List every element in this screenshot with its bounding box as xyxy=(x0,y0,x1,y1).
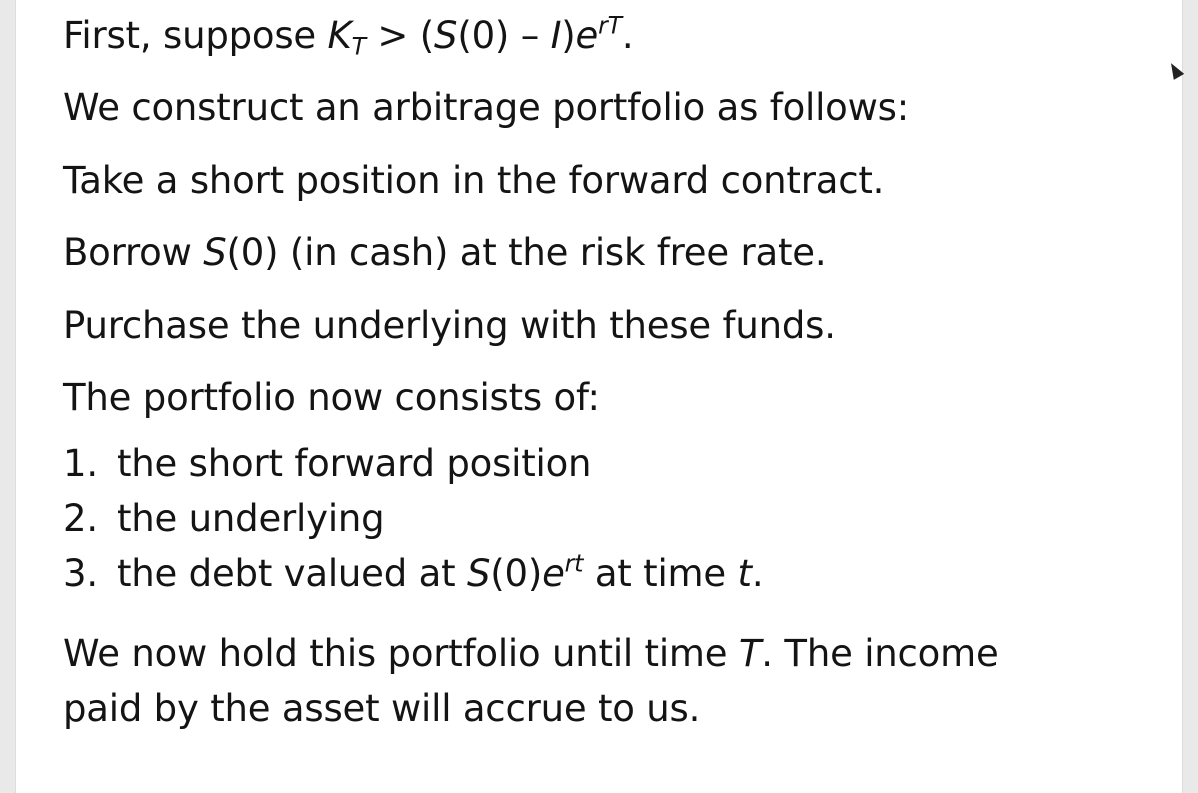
step-purchase: Purchase the underlying with these funds… xyxy=(63,303,836,347)
list-number: 3. xyxy=(63,552,98,596)
step-text: Borrow xyxy=(63,231,204,275)
list-text: the debt valued at xyxy=(117,552,467,596)
portfolio-heading: The portfolio now consists of: xyxy=(63,375,600,419)
math-i: I xyxy=(550,14,562,57)
math-text: > ( xyxy=(365,14,435,57)
condition-text: First, suppose xyxy=(63,14,328,57)
math-t: T xyxy=(738,632,762,676)
math-t: t xyxy=(737,552,753,596)
list-item: 1. the short forward position xyxy=(63,442,1163,497)
math-s: S xyxy=(434,14,458,57)
condition-line: First, suppose KT > (S(0) – I)erT. xyxy=(63,11,1163,61)
step-borrow: Borrow S(0) (in cash) at the risk free r… xyxy=(63,231,1163,275)
math-k-subscript: T xyxy=(351,32,366,61)
math-s: S xyxy=(466,552,491,596)
list-text: the underlying xyxy=(117,497,385,541)
list-text: . xyxy=(751,552,764,596)
math-exponent: rt xyxy=(564,549,584,578)
intro-line: We construct an arbitrage portfolio as f… xyxy=(63,86,910,130)
step-text: (0) (in cash) at the risk free rate. xyxy=(226,231,827,275)
math-e: e xyxy=(575,14,599,57)
slide-content: First, suppose KT > (S(0) – I)erT. We co… xyxy=(63,11,1163,737)
list-number: 2. xyxy=(63,497,98,541)
list-text: the short forward position xyxy=(117,442,592,486)
list-text: at time xyxy=(583,552,738,596)
list-number: 1. xyxy=(63,442,98,486)
math-text: . xyxy=(621,14,634,57)
portfolio-list: 1. the short forward position 2. the under… xyxy=(63,442,1163,607)
step-short-forward: Take a short position in the forward con… xyxy=(63,158,885,202)
math-k: K xyxy=(327,14,352,57)
math-s: S xyxy=(203,231,227,275)
math-exponent: rT xyxy=(598,11,622,40)
closing-text: We now hold this portfolio until time xyxy=(63,632,739,676)
slide: First, suppose KT > (S(0) – I)erT. We co… xyxy=(16,0,1182,793)
math-text: (0) xyxy=(490,552,543,596)
math-e: e xyxy=(542,552,565,596)
closing-paragraph: We now hold this portfolio until time T.… xyxy=(63,627,1083,737)
math-text: (0) – xyxy=(457,14,551,57)
list-item: 2. the underlying xyxy=(63,497,1163,552)
math-text: ) xyxy=(561,14,576,57)
list-item: 3. the debt valued at S(0)ert at time t. xyxy=(63,552,1163,607)
